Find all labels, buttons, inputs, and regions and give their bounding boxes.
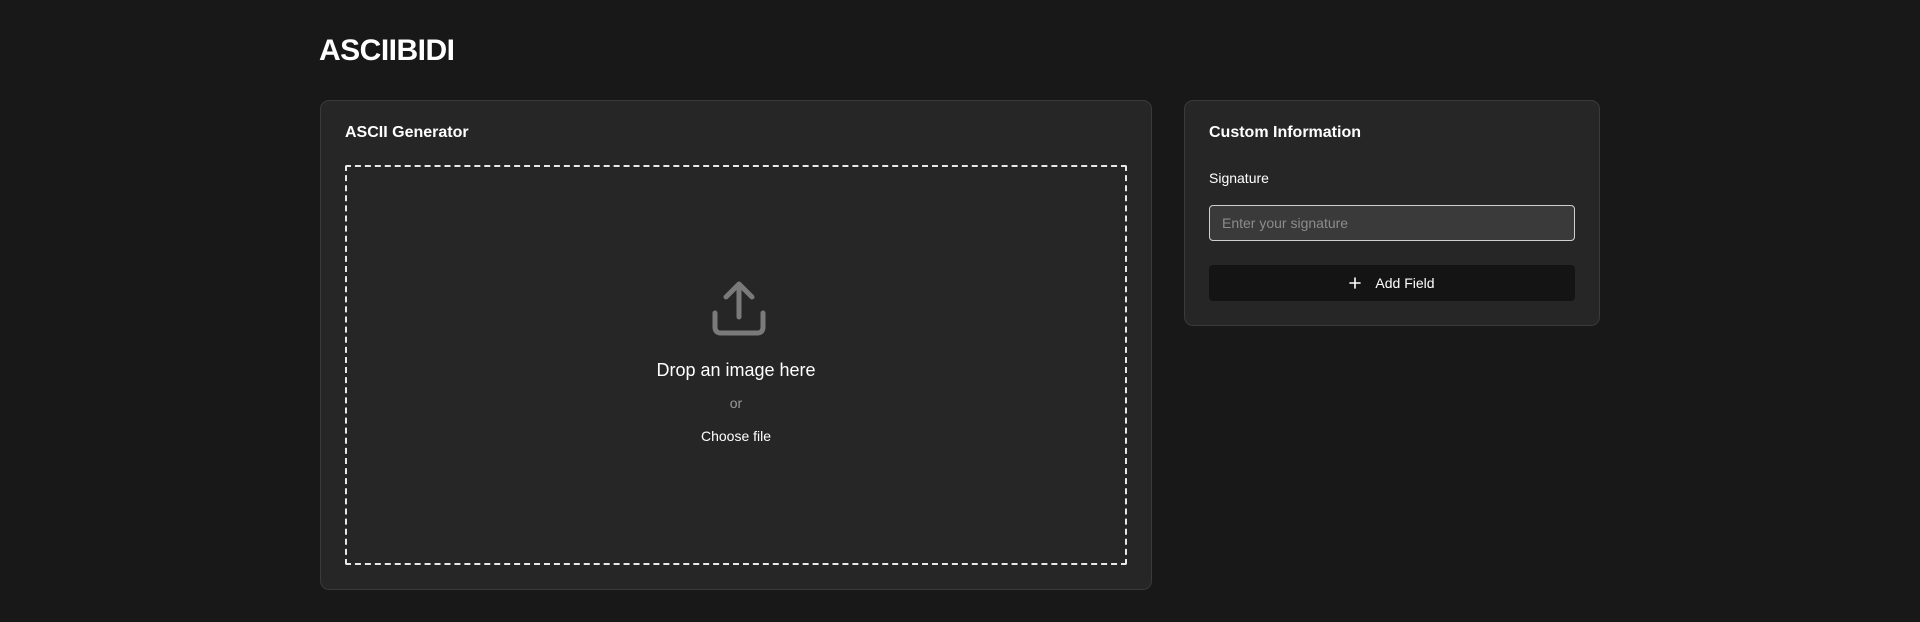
image-dropzone[interactable]: Drop an image here or Choose file: [345, 165, 1127, 565]
add-field-button[interactable]: Add Field: [1209, 265, 1575, 301]
signature-input[interactable]: [1209, 205, 1575, 241]
upload-icon: [712, 281, 766, 336]
custom-information-card: Custom Information Signature Add Field: [1184, 100, 1600, 326]
signature-label: Signature: [1209, 170, 1269, 186]
ascii-generator-card: ASCII Generator Drop an image here or Ch…: [320, 100, 1152, 590]
add-field-label: Add Field: [1375, 275, 1435, 291]
choose-file-button[interactable]: Choose file: [701, 427, 771, 445]
ascii-generator-title: ASCII Generator: [345, 124, 469, 141]
plus-icon: [1349, 277, 1362, 289]
drop-prompt: Drop an image here: [656, 360, 816, 380]
custom-information-title: Custom Information: [1209, 124, 1361, 141]
app-title: ASCIIBIDI: [319, 34, 455, 67]
or-separator: or: [729, 395, 743, 411]
